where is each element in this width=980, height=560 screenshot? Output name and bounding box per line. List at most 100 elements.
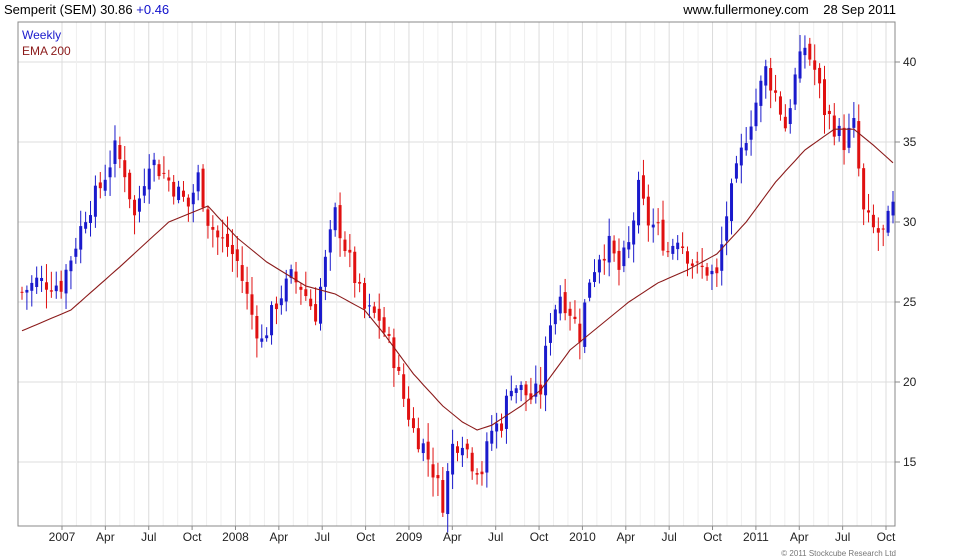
x-tick-label: Apr	[96, 530, 115, 544]
candle-body	[544, 345, 548, 396]
candle-body	[407, 398, 411, 420]
candle-body	[147, 168, 151, 190]
candle-body	[64, 269, 68, 294]
candle-body	[671, 245, 675, 254]
stock-chart: 2007 Apr Jul Oct 2008 Apr Jul Oct 2009 Apr Jul Oct 2…	[17, 21, 917, 544]
candle-body	[578, 323, 582, 343]
candle-body	[798, 51, 802, 79]
candle-body	[196, 172, 200, 192]
x-tick-label: 2008	[222, 530, 249, 544]
candle-body	[260, 338, 264, 342]
candle-body	[436, 475, 440, 479]
x-tick-label: Apr	[790, 530, 809, 544]
candle-body	[886, 210, 890, 233]
candle-body	[230, 244, 234, 255]
candle-body	[558, 296, 562, 314]
candle-body	[49, 290, 53, 292]
candle-body	[822, 79, 826, 116]
candle-body	[44, 282, 48, 290]
y-tick-label: 30	[903, 215, 917, 229]
candle-body	[857, 121, 861, 169]
candle-body	[685, 251, 689, 264]
candle-body	[514, 388, 518, 393]
candle-body	[216, 230, 220, 238]
candle-body	[778, 96, 782, 115]
candle-body	[392, 337, 396, 369]
candle-body	[715, 267, 719, 274]
candle-body	[465, 443, 469, 450]
candle-body	[690, 263, 694, 266]
candle-body	[818, 67, 822, 84]
candle-body	[74, 248, 78, 257]
candle-body	[25, 289, 29, 293]
candle-body	[397, 366, 401, 371]
candle-body	[333, 207, 337, 231]
candle-body	[622, 247, 626, 267]
candle-body	[627, 242, 631, 250]
candle-body	[245, 281, 249, 294]
candle-body	[377, 308, 381, 321]
candle-body	[730, 183, 734, 222]
candle-body	[235, 249, 239, 261]
candle-body	[201, 168, 205, 208]
candle-body	[191, 192, 195, 205]
candle-body	[842, 127, 846, 151]
candle-body	[387, 333, 391, 336]
x-tick-label: Jul	[315, 530, 330, 544]
candle-body	[152, 159, 156, 166]
candle-body	[186, 197, 190, 207]
candle-body	[867, 210, 871, 213]
candle-body	[568, 308, 572, 316]
candle-body	[431, 464, 435, 478]
candle-body	[270, 305, 274, 336]
y-tick-label: 40	[903, 55, 917, 69]
y-tick-label: 15	[903, 455, 917, 469]
candle-body	[59, 280, 63, 292]
candle-body	[490, 430, 494, 444]
candle-body	[573, 316, 577, 320]
x-tick-label: Jul	[141, 530, 156, 544]
candle-body	[656, 222, 660, 224]
candle-body	[563, 292, 567, 314]
candle-body	[93, 185, 97, 217]
candle-body	[808, 43, 812, 60]
x-tick-label: 2009	[396, 530, 423, 544]
candle-body	[725, 216, 729, 241]
x-tick-label: Jul	[835, 530, 850, 544]
candle-body	[847, 127, 851, 148]
candle-body	[133, 199, 137, 216]
candle-body	[157, 164, 161, 177]
candle-body	[103, 179, 107, 191]
candle-body	[827, 110, 831, 115]
candlestick-series	[20, 35, 895, 533]
x-tick-label: Apr	[616, 530, 635, 544]
candle-body	[137, 198, 141, 212]
candle-body	[172, 181, 176, 197]
candle-body	[348, 249, 352, 253]
x-tick-label: 2007	[49, 530, 76, 544]
candle-body	[519, 384, 523, 391]
candle-body	[876, 228, 880, 233]
candle-body	[69, 260, 73, 272]
candle-body	[240, 265, 244, 281]
x-tick-label: Oct	[877, 530, 896, 544]
candle-body	[485, 441, 489, 473]
candle-body	[695, 261, 699, 263]
candle-body	[265, 335, 269, 339]
candle-body	[363, 283, 367, 309]
candle-body	[783, 116, 787, 129]
candle-body	[250, 294, 254, 315]
candle-body	[700, 265, 704, 268]
legend-weekly: Weekly	[22, 28, 61, 42]
candle-body	[871, 214, 875, 228]
candle-body	[416, 428, 420, 450]
candle-body	[705, 267, 709, 276]
candle-body	[612, 240, 616, 254]
candle-body	[641, 175, 645, 199]
candle-body	[504, 395, 508, 429]
candle-body	[358, 281, 362, 284]
candle-body	[343, 239, 347, 252]
candle-body	[328, 229, 332, 253]
candle-body	[367, 305, 371, 307]
candle-body	[470, 452, 474, 472]
